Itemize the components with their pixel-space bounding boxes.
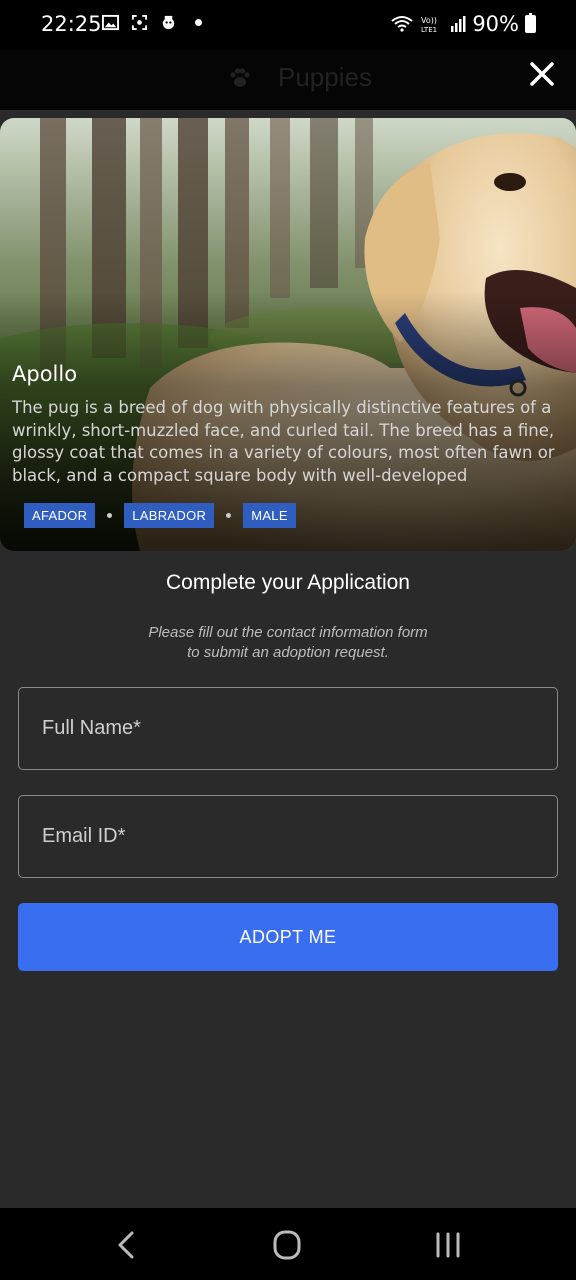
form-subtitle-line1: Please fill out the contact information …: [148, 624, 428, 641]
pet-card: Apollo The pug is a breed of dog with ph…: [0, 118, 576, 551]
home-icon[interactable]: [267, 1228, 307, 1262]
system-nav-bar: [0, 1208, 576, 1280]
tag-separator: [226, 513, 232, 518]
page-title: Puppies: [278, 62, 372, 92]
status-time: 22:25: [41, 12, 102, 36]
app-header: Puppies: [0, 50, 576, 110]
face-icon: [162, 15, 175, 30]
email-input[interactable]: [18, 795, 558, 878]
paw-icon: [230, 68, 250, 87]
recents-icon[interactable]: [428, 1228, 468, 1262]
tag-gender: MALE: [243, 503, 296, 528]
battery-percent: 90%: [472, 12, 519, 36]
battery-icon: [525, 13, 536, 33]
close-icon[interactable]: [526, 58, 558, 90]
back-icon[interactable]: [106, 1228, 146, 1262]
pet-name: Apollo: [12, 362, 78, 386]
wifi-icon: [391, 16, 413, 32]
form-subtitle: Please fill out the contact information …: [100, 623, 476, 662]
screenshot-icon: [131, 14, 148, 31]
dot-icon: [195, 19, 202, 26]
signal-icon: [451, 16, 466, 32]
pet-tags: AFADOR LABRADOR MALE: [24, 503, 296, 528]
system-icons: Vo)) LTE1 90%: [390, 12, 536, 36]
form-title: Complete your Application: [166, 571, 410, 594]
notification-icons: [102, 14, 202, 31]
status-bar: 22:25 Vo)) LTE1 90%: [0, 0, 576, 50]
tag-separator: [107, 513, 113, 518]
form-subtitle-line2: to submit an adoption request.: [187, 643, 389, 661]
adopt-me-button[interactable]: ADOPT ME: [18, 903, 558, 971]
tag-breed-afador: AFADOR: [24, 503, 96, 528]
volte-lte-icon: Vo))LTE1: [421, 16, 437, 33]
full-name-input[interactable]: [18, 687, 558, 770]
svg-text:LTE1: LTE1: [421, 26, 437, 33]
tag-breed-labrador: LABRADOR: [124, 503, 215, 528]
pet-description: The pug is a breed of dog with physicall…: [12, 398, 555, 485]
svg-text:Vo)): Vo)): [421, 16, 437, 25]
gallery-icon: [102, 14, 119, 31]
